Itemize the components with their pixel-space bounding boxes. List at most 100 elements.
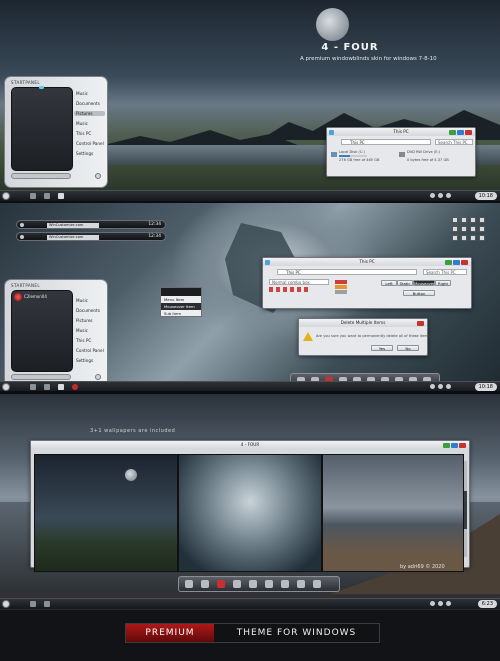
menu-item-sub[interactable]: Sub item <box>161 310 201 317</box>
dock-app-icon[interactable] <box>233 580 241 588</box>
start-item-control-panel[interactable]: Control Panel <box>76 348 104 353</box>
start-item-settings[interactable]: Settings <box>76 151 93 156</box>
gadget-tile[interactable] <box>479 226 485 232</box>
minimize-button[interactable] <box>443 442 450 448</box>
start-button[interactable] <box>2 192 10 200</box>
volume-icon[interactable] <box>438 384 443 389</box>
task-view-icon[interactable] <box>44 193 50 199</box>
maximize-button[interactable] <box>453 259 460 265</box>
tab-left[interactable]: Left <box>381 280 397 286</box>
task-view-icon[interactable] <box>44 384 50 390</box>
search-input[interactable]: Search This PC <box>435 139 473 145</box>
start-item-settings[interactable]: Settings <box>76 358 93 363</box>
volume-icon[interactable] <box>438 601 443 606</box>
wallpaper-thumbnail-beach[interactable] <box>322 454 464 572</box>
start-item-documents[interactable]: Documents <box>76 308 100 313</box>
checkbox-row[interactable] <box>269 287 309 292</box>
explorer-icon[interactable] <box>58 193 64 199</box>
power-button[interactable] <box>95 374 101 380</box>
taskbar-clock[interactable]: 10:18 <box>474 192 497 200</box>
network-icon[interactable] <box>430 601 435 606</box>
battery-icon[interactable] <box>446 193 451 198</box>
gadget-tile[interactable] <box>461 235 467 241</box>
dock-app-icon[interactable] <box>185 580 193 588</box>
gadget-tile[interactable] <box>452 217 458 223</box>
search-icon[interactable] <box>30 193 36 199</box>
start-item-pictures[interactable]: Pictures <box>76 318 93 323</box>
clock-gadget[interactable]: WinCustomize.com 12:34 <box>16 232 166 241</box>
clock-gadget[interactable]: WinCustomize.com 12:34 <box>16 220 166 229</box>
battery-icon[interactable] <box>446 601 451 606</box>
taskbar-clock[interactable]: 10:18 <box>474 383 497 391</box>
start-panel[interactable]: STARTPANEL C2lemon04 Music Documents Pic… <box>4 279 108 387</box>
dock-app-icon[interactable] <box>265 580 273 588</box>
dock-app-icon[interactable] <box>281 580 289 588</box>
address-bar[interactable]: This PC <box>277 269 417 275</box>
no-button[interactable]: No <box>397 345 419 351</box>
maximize-button[interactable] <box>451 442 458 448</box>
gadget-tile[interactable] <box>470 235 476 241</box>
close-button[interactable] <box>461 259 468 265</box>
generic-button[interactable]: Button <box>403 290 435 296</box>
drive-c-label[interactable]: Local Disk (C:) <box>339 150 365 154</box>
start-item-music[interactable]: Music <box>76 91 88 96</box>
start-search-input[interactable] <box>11 374 71 380</box>
context-menu[interactable]: Menu Item Mouseover Item Sub item <box>160 287 202 317</box>
tab-mouseover[interactable]: Mouseover <box>413 280 435 286</box>
combo-box[interactable]: Normal combo box <box>269 279 329 285</box>
dock-app-icon[interactable] <box>313 580 321 588</box>
start-item-music[interactable]: Music <box>76 298 88 303</box>
gadget-tile[interactable] <box>470 217 476 223</box>
start-item-this-pc[interactable]: This PC <box>76 131 91 136</box>
volume-icon[interactable] <box>438 193 443 198</box>
menu-item-hover[interactable]: Mouseover Item <box>161 303 201 310</box>
menu-item[interactable]: Menu Item <box>161 296 201 303</box>
start-item-pictures[interactable]: Pictures <box>74 111 105 116</box>
power-button[interactable] <box>95 173 101 179</box>
start-button[interactable] <box>2 383 10 391</box>
close-button[interactable] <box>417 320 424 326</box>
network-icon[interactable] <box>430 384 435 389</box>
task-view-icon[interactable] <box>44 601 50 607</box>
delete-dialog[interactable]: Delete Multiple Items Are you sure you w… <box>298 318 432 356</box>
start-item-music-2[interactable]: Music <box>76 121 88 126</box>
battery-icon[interactable] <box>446 384 451 389</box>
scrollbar[interactable] <box>464 461 467 557</box>
start-item-music-2[interactable]: Music <box>76 328 88 333</box>
start-item-this-pc[interactable]: This PC <box>76 338 91 343</box>
wallpaper-thumbnail-ship[interactable] <box>178 454 322 572</box>
gadget-tile[interactable] <box>452 235 458 241</box>
wallpaper-thumbnail-moon[interactable] <box>34 454 178 572</box>
opera-icon[interactable] <box>72 384 78 390</box>
explorer-window[interactable]: This PC This PC Search This PC Local Dis… <box>326 127 476 177</box>
network-icon[interactable] <box>430 193 435 198</box>
yes-button[interactable]: Yes <box>371 345 393 351</box>
tab-static[interactable]: Static <box>397 280 413 286</box>
explorer-window[interactable]: This PC This PC Search This PC Normal co… <box>262 257 472 309</box>
gadget-tile[interactable] <box>479 217 485 223</box>
drive-e-label[interactable]: DVD RW Drive (E:) <box>407 150 440 154</box>
address-bar[interactable]: This PC <box>341 139 431 145</box>
dock-app-icon[interactable] <box>201 580 209 588</box>
dock-app-icon[interactable] <box>297 580 305 588</box>
minimize-button[interactable] <box>445 259 452 265</box>
minimize-button[interactable] <box>449 129 456 135</box>
gadget-tile[interactable] <box>461 217 467 223</box>
taskbar-clock[interactable]: 6:23 <box>477 600 497 608</box>
tab-right[interactable]: Right <box>435 280 451 286</box>
search-icon[interactable] <box>30 384 36 390</box>
search-input[interactable]: Search This PC <box>423 269 467 275</box>
explorer-icon[interactable] <box>58 384 64 390</box>
dock-app-icon[interactable] <box>249 580 257 588</box>
start-search-input[interactable] <box>11 173 71 179</box>
gadget-tile[interactable] <box>461 226 467 232</box>
gadget-tile[interactable] <box>470 226 476 232</box>
gadget-tile[interactable] <box>479 235 485 241</box>
close-button[interactable] <box>459 442 466 448</box>
gadget-tile[interactable] <box>452 226 458 232</box>
start-panel[interactable]: STARTPANEL Music Documents Pictures Musi… <box>4 76 108 188</box>
search-icon[interactable] <box>30 601 36 607</box>
start-button[interactable] <box>2 600 10 608</box>
dock-app-icon[interactable] <box>217 580 225 588</box>
start-item-control-panel[interactable]: Control Panel <box>76 141 104 146</box>
